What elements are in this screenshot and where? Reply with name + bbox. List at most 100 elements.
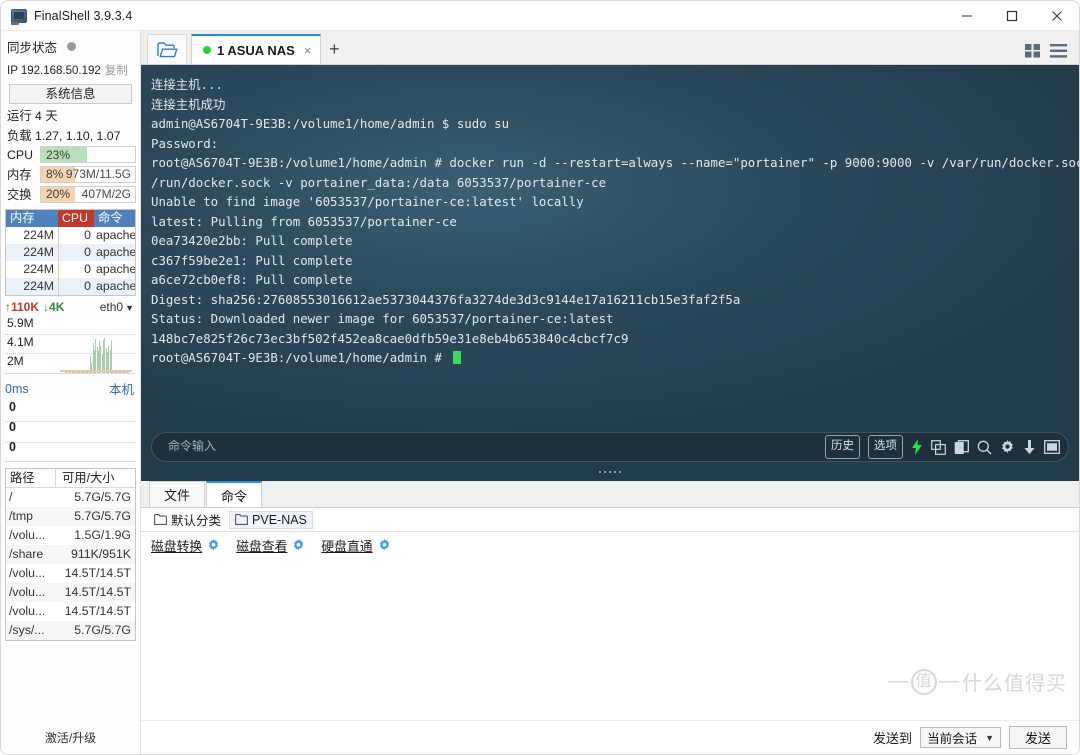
sidebar: 同步状态 IP 192.168.50.192 复制 系统信息 运行 4 天 负载 … xyxy=(1,31,141,754)
panel-resize-handle[interactable] xyxy=(141,467,1079,477)
ip-row: IP 192.168.50.192 复制 xyxy=(1,56,140,78)
memory-meter-value: 8% xyxy=(46,167,64,181)
memory-meter-detail: 973M/11.5G xyxy=(65,167,131,181)
process-header-memory[interactable]: 内存 xyxy=(6,210,58,227)
network-graph: 5.9M 4.1M 2M xyxy=(5,316,136,374)
command-disk-passthrough-label: 硬盘直通 xyxy=(321,538,373,554)
copy-icon[interactable] xyxy=(931,439,946,455)
cpu-meter-row: CPU 23% xyxy=(1,144,140,163)
disk-row[interactable]: /volu... 14.5T/14.5T xyxy=(6,583,135,602)
copy-ip-link[interactable]: 复制 xyxy=(105,65,128,77)
app-title: FinalShell 3.9.3.4 xyxy=(34,8,133,23)
tab-commands[interactable]: 命令 xyxy=(206,481,262,507)
process-command: apache2 xyxy=(96,262,135,276)
terminal-output[interactable]: 连接主机... 连接主机成功 admin@AS6704T-9E3B:/volume1… xyxy=(141,65,1079,481)
process-row[interactable]: 224M 0apache2 xyxy=(6,244,135,261)
network-y-label-1: 4.1M xyxy=(7,335,34,349)
load-average-label: 负载 1.27, 1.10, 1.07 xyxy=(7,129,121,143)
disk-path: /sys/... xyxy=(9,623,45,637)
command-bar-icons: 历史 选项 xyxy=(825,435,1060,459)
process-command: apache2 xyxy=(96,245,135,259)
session-tab-1[interactable]: 1 ASUA NAS × xyxy=(191,34,322,64)
maximize-button[interactable] xyxy=(989,1,1034,31)
gear-icon[interactable] xyxy=(1000,439,1015,455)
disk-size: 911K/951K xyxy=(71,547,131,561)
process-cpu: 0 xyxy=(58,261,94,278)
app-window: FinalShell 3.9.3.4 同步状态 IP 192.168.50.19… xyxy=(0,0,1080,755)
process-table[interactable]: 内存 CPU 命令 224M0apache2224M0apache2224M0a… xyxy=(5,209,136,296)
network-download-rate: ↓4K xyxy=(43,300,65,314)
process-row[interactable]: 224M 0apache2 xyxy=(6,227,135,244)
send-to-value: 当前会话 xyxy=(927,732,978,746)
process-table-body: 224M0apache2224M0apache2224M0apache2224M… xyxy=(6,227,135,295)
process-command: apache2 xyxy=(96,279,135,293)
terminal-line: Unable to find image '6053537/portainer-… xyxy=(151,194,584,209)
activate-upgrade-link[interactable]: 激活/升级 xyxy=(1,729,140,754)
disk-row[interactable]: / 5.7G/5.7G xyxy=(6,488,135,507)
grid-icon[interactable] xyxy=(1025,44,1041,58)
disk-path: /tmp xyxy=(9,509,33,523)
tab-files[interactable]: 文件 xyxy=(149,481,205,507)
disk-row[interactable]: /tmp 5.7G/5.7G xyxy=(6,507,135,526)
send-to-select[interactable]: 当前会话 ▼ xyxy=(920,727,1001,748)
download-icon[interactable] xyxy=(1023,439,1036,455)
category-default[interactable]: 默认分类 xyxy=(149,509,226,530)
paste-icon[interactable] xyxy=(954,439,969,455)
disk-table[interactable]: 路径 可用/大小 / 5.7G/5.7G/tmp 5.7G/5.7G/volu...… xyxy=(5,468,136,641)
command-disk-view[interactable]: 磁盘查看 xyxy=(236,536,305,555)
system-info-button[interactable]: 系统信息 xyxy=(9,84,132,104)
new-tab-button[interactable]: + xyxy=(321,34,347,64)
gear-icon[interactable] xyxy=(378,538,391,552)
command-input[interactable]: 命令输入 历史 选项 xyxy=(151,432,1069,462)
close-button[interactable] xyxy=(1034,1,1079,31)
disk-row[interactable]: /volu... 14.5T/14.5T xyxy=(6,602,135,621)
disk-path: /volu... xyxy=(9,585,46,599)
memory-meter-label: 内存 xyxy=(7,168,32,182)
disk-table-body: / 5.7G/5.7G/tmp 5.7G/5.7G/volu... 1.5G/1.9G… xyxy=(6,488,135,640)
disk-path: / xyxy=(9,490,13,504)
disk-size: 5.7G/5.7G xyxy=(74,490,131,504)
gear-icon[interactable] xyxy=(292,538,305,552)
gear-icon[interactable] xyxy=(207,538,220,552)
chevron-down-icon: ▼ xyxy=(125,303,134,313)
process-header-cpu[interactable]: CPU xyxy=(58,210,94,227)
disk-size: 5.7G/5.7G xyxy=(74,509,131,523)
category-pve-nas-label: PVE-NAS xyxy=(252,512,307,527)
disk-row[interactable]: /share 911K/951K xyxy=(6,545,135,564)
menu-icon[interactable] xyxy=(1050,44,1067,58)
command-disk-view-label: 磁盘查看 xyxy=(236,538,288,554)
send-button[interactable]: 发送 xyxy=(1009,726,1067,749)
disk-size: 14.5T/14.5T xyxy=(64,604,131,618)
sync-status-row: 同步状态 xyxy=(1,31,140,56)
command-disk-passthrough[interactable]: 硬盘直通 xyxy=(321,536,390,555)
process-memory: 224M xyxy=(23,279,54,293)
window-icon[interactable] xyxy=(1044,440,1060,454)
history-button[interactable]: 历史 xyxy=(825,435,860,459)
process-row[interactable]: 224M 0apache2 xyxy=(6,278,135,295)
minimize-button[interactable] xyxy=(944,1,989,31)
process-row[interactable]: 224M 0apache2 xyxy=(6,261,135,278)
disk-row[interactable]: /volu... 1.5G/1.9G xyxy=(6,526,135,545)
process-header-command[interactable]: 命令 xyxy=(94,210,135,227)
terminal-lines: 连接主机... 连接主机成功 admin@AS6704T-9E3B:/volume1… xyxy=(151,75,1079,368)
disk-header-path[interactable]: 路径 xyxy=(6,469,56,487)
category-pve-nas[interactable]: PVE-NAS xyxy=(229,510,313,529)
search-icon[interactable] xyxy=(977,440,992,455)
bolt-icon[interactable] xyxy=(911,439,923,455)
options-button[interactable]: 选项 xyxy=(868,435,903,459)
ping-host[interactable]: 本机 xyxy=(109,379,134,398)
network-bars xyxy=(65,316,129,373)
close-icon[interactable]: × xyxy=(304,43,312,58)
main-area: 1 ASUA NAS × + 连接主机... 连接主机成功 admin@AS67… xyxy=(141,31,1079,754)
lower-panel-tabs: 文件 命令 xyxy=(141,481,1079,508)
lower-panel-footer: 发送到 当前会话 ▼ 发送 xyxy=(141,720,1079,754)
network-interface-select[interactable]: eth0 ▼ xyxy=(100,300,134,314)
session-status-dot xyxy=(203,46,211,54)
disk-row[interactable]: /volu... 14.5T/14.5T xyxy=(6,564,135,583)
open-folder-icon[interactable] xyxy=(147,34,187,64)
command-disk-convert[interactable]: 磁盘转换 xyxy=(151,536,220,555)
disk-header-size[interactable]: 可用/大小 xyxy=(56,469,135,487)
disk-table-header: 路径 可用/大小 xyxy=(6,469,135,488)
terminal-line: root@AS6704T-9E3B:/volume1/home/admin # … xyxy=(151,155,1079,170)
disk-row[interactable]: /sys/... 5.7G/5.7G xyxy=(6,621,135,640)
